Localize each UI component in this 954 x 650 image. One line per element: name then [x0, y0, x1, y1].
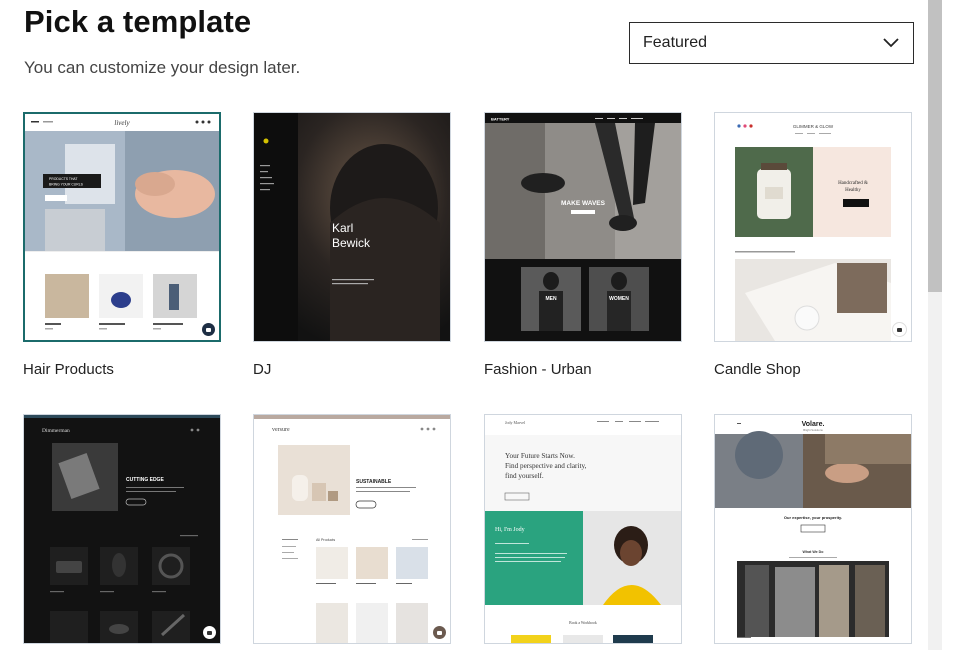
preview-hero-text: SUSTAINABLE [356, 479, 392, 485]
preview-women-label: WOMEN [609, 296, 629, 302]
template-preview[interactable]: Karl Bewick [253, 112, 451, 342]
preview-hero-text: Our expertise, your prosperity. [784, 515, 842, 520]
template-preview-image: Volare. Bright Solutions Our expertise, … [715, 415, 911, 643]
preview-hero-text: MAKE WAVES [561, 200, 606, 207]
template-preview-image: versure SUSTAINABLE All Products [254, 415, 450, 643]
template-preview[interactable]: BATTERY MAKE WAVES MEN WOMEN [484, 112, 682, 342]
template-card-dj[interactable]: Karl Bewick DJ [253, 112, 451, 378]
svg-text:Handcrafted &: Handcrafted & [838, 181, 868, 186]
page-title: Pick a template [24, 4, 252, 39]
preview-brand: Volare. [802, 421, 825, 428]
chevron-down-icon [883, 38, 899, 48]
sort-dropdown[interactable]: Featured [629, 22, 914, 64]
preview-brand: versure [272, 427, 290, 433]
svg-text:Healthy: Healthy [845, 188, 861, 193]
svg-text:Your Future Starts Now.: Your Future Starts Now. [505, 452, 575, 460]
preview-greeting: Hi, I'm Jody [495, 527, 525, 533]
chat-icon [433, 626, 446, 639]
chat-icon [202, 323, 215, 336]
template-card-hair-products[interactable]: lively PRODUCTS THAT BRING YOUR CURLS Ha… [23, 112, 221, 378]
svg-text:find yourself.: find yourself. [505, 472, 544, 480]
preview-brand: Jody Marvel [505, 420, 526, 425]
template-preview-image: Jody Marvel Your Future Starts Now. Find… [485, 415, 681, 643]
template-preview-image: Karl Bewick [254, 113, 450, 341]
page-scrollbar[interactable] [928, 0, 942, 650]
template-name: Hair Products [23, 361, 114, 378]
template-preview[interactable]: GLIMMER & GLOW Handcrafted & Healthy [714, 112, 912, 342]
chat-icon [892, 322, 907, 337]
template-preview[interactable]: lively PRODUCTS THAT BRING YOUR CURLS [23, 112, 221, 342]
template-preview-image: GLIMMER & GLOW Handcrafted & Healthy [715, 113, 911, 341]
template-preview[interactable]: versure SUSTAINABLE All Products [253, 414, 451, 644]
template-card-candle-shop[interactable]: GLIMMER & GLOW Handcrafted & Healthy Can… [714, 112, 912, 378]
scrollbar-thumb[interactable] [928, 0, 942, 292]
template-preview[interactable]: Jody Marvel Your Future Starts Now. Find… [484, 414, 682, 644]
preview-name-first: Karl [332, 221, 353, 235]
template-preview-image: BATTERY MAKE WAVES MEN WOMEN [485, 113, 681, 341]
preview-brand: GLIMMER & GLOW [793, 124, 834, 129]
chat-icon [203, 626, 216, 639]
svg-text:BRING YOUR CURLS: BRING YOUR CURLS [49, 183, 84, 187]
page-subtitle: You can customize your design later. [24, 58, 301, 77]
template-name: DJ [253, 361, 272, 378]
template-card-volare[interactable]: Volare. Bright Solutions Our expertise, … [714, 414, 912, 644]
preview-brand: BATTERY [491, 117, 510, 122]
svg-text:Find perspective and clarity,: Find perspective and clarity, [505, 462, 587, 470]
sort-dropdown-value: Featured [643, 34, 708, 51]
preview-hero-text: CUTTING EDGE [126, 477, 164, 483]
template-card-fashion-urban[interactable]: BATTERY MAKE WAVES MEN WOMEN Fashion - U… [484, 112, 682, 378]
template-name: Candle Shop [714, 361, 801, 378]
template-preview[interactable]: Dimmerman CUTTING EDGE [23, 414, 221, 644]
preview-name-last: Bewick [332, 236, 371, 250]
svg-text:PRODUCTS THAT: PRODUCTS THAT [49, 177, 78, 181]
preview-brand: Dimmerman [42, 428, 70, 434]
preview-section-title: Book a Workbook [569, 621, 597, 625]
template-preview-image: Dimmerman CUTTING EDGE [24, 415, 220, 643]
template-card-cutting-edge[interactable]: Dimmerman CUTTING EDGE [23, 414, 221, 644]
preview-brand: lively [114, 119, 130, 127]
preview-tagline: Bright Solutions [803, 428, 823, 432]
preview-men-label: MEN [545, 296, 557, 302]
template-name: Fashion - Urban [484, 361, 592, 378]
template-preview-image: lively PRODUCTS THAT BRING YOUR CURLS [25, 114, 219, 340]
template-card-versure[interactable]: versure SUSTAINABLE All Products [253, 414, 451, 644]
template-preview[interactable]: Volare. Bright Solutions Our expertise, … [714, 414, 912, 644]
template-card-jody-marvel[interactable]: Jody Marvel Your Future Starts Now. Find… [484, 414, 682, 644]
preview-section-title: All Products [316, 538, 335, 542]
preview-section-title: What We Do [803, 550, 825, 554]
